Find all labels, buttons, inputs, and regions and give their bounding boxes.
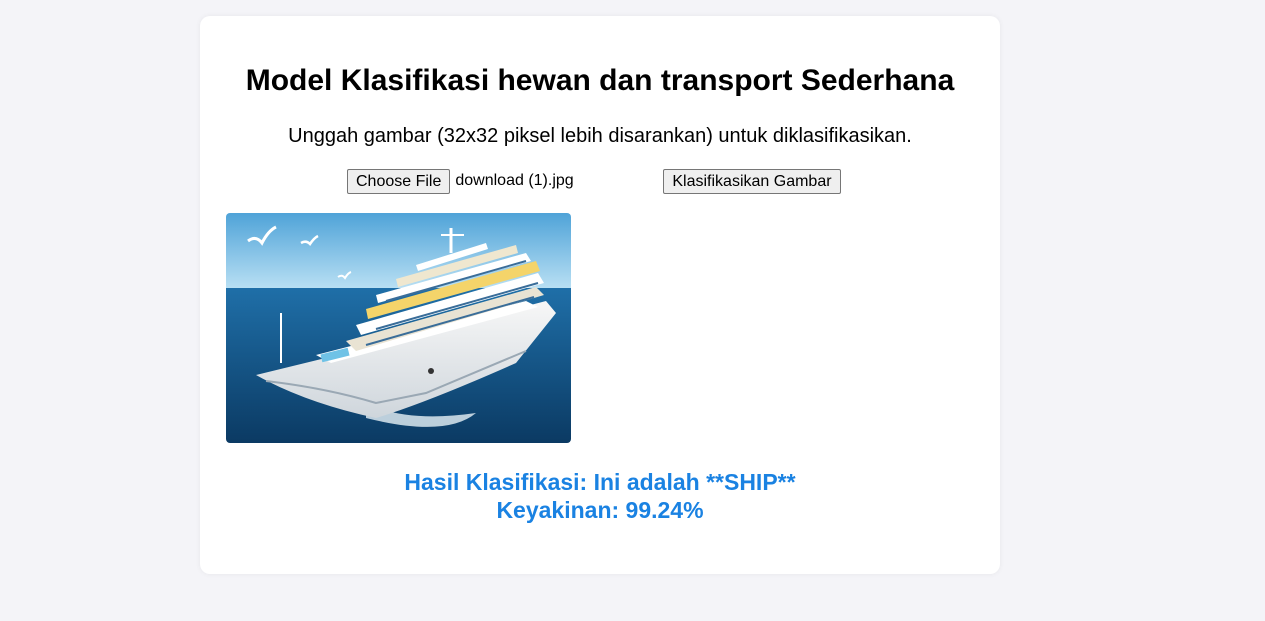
instruction-text: Unggah gambar (32x32 piksel lebih disara… bbox=[288, 125, 912, 147]
result-label: Hasil Klasifikasi: Ini adalah **SHIP** bbox=[404, 469, 796, 495]
selected-file-name: download (1).jpg bbox=[455, 172, 574, 189]
result-confidence: Keyakinan: 99.24% bbox=[496, 497, 704, 523]
cruise-ship-image bbox=[226, 213, 571, 443]
page-title: Model Klasifikasi hewan dan transport Se… bbox=[245, 64, 955, 97]
choose-file-button[interactable]: Choose File bbox=[347, 168, 451, 194]
upload-row: Choose File download (1).jpg Klasifikasi… bbox=[347, 168, 841, 194]
main-card: Model Klasifikasi hewan dan transport Se… bbox=[200, 16, 1000, 574]
classification-result: Hasil Klasifikasi: Ini adalah **SHIP** K… bbox=[200, 468, 1000, 524]
classify-button[interactable]: Klasifikasikan Gambar bbox=[663, 168, 841, 194]
uploaded-image-preview bbox=[226, 213, 571, 443]
